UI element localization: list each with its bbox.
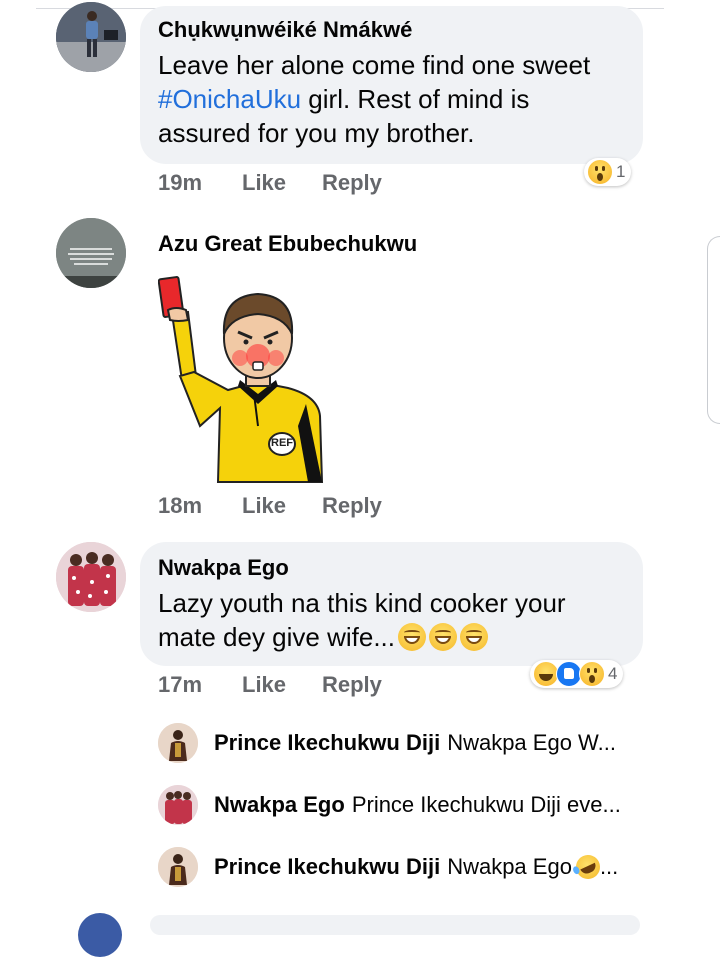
avatar — [158, 785, 198, 825]
comment-actions: 19m Like Reply — [158, 170, 382, 196]
timestamp: 19m — [158, 170, 203, 195]
reply-text: Prince Ikechukwu Diji eve... — [351, 792, 621, 817]
avatar[interactable] — [56, 218, 126, 288]
reaction-summary[interactable]: 4 — [530, 660, 624, 688]
side-panel-edge — [707, 236, 720, 424]
comment-author[interactable]: Nwakpa Ego — [158, 555, 289, 581]
timestamp: 18m — [158, 493, 203, 518]
reaction-count: 1 — [616, 162, 626, 181]
reply-author[interactable]: Nwakpa Ego — [214, 792, 345, 818]
comment-text: Leave her alone come find one sweet #Oni… — [158, 48, 628, 150]
comment-actions: 17m Like Reply — [158, 672, 382, 698]
comment-author[interactable]: Chụkwụnwéiké Nmákwé — [158, 17, 412, 43]
wow-reaction-icon — [587, 159, 613, 185]
hashtag-link[interactable]: #OnichaUku — [158, 84, 301, 114]
wow-reaction-icon — [579, 661, 605, 687]
reply-author[interactable]: Prince Ikechukwu Diji — [214, 854, 440, 880]
reply-preview[interactable]: Prince Ikechukwu Diji Nwakpa Ego ... — [158, 844, 618, 890]
reply-preview[interactable]: Nwakpa Ego Prince Ikechukwu Diji eve... — [158, 782, 621, 828]
reply-text: Nwakpa Ego W... — [447, 730, 616, 755]
avatar[interactable] — [78, 913, 122, 957]
like-button[interactable]: Like — [242, 170, 322, 196]
avatar — [158, 847, 198, 887]
reaction-count: 4 — [608, 664, 618, 683]
reply-button[interactable]: Reply — [322, 672, 382, 698]
comment-text-part: Lazy youth na this kind cooker your mate… — [158, 588, 566, 652]
avatar — [158, 723, 198, 763]
reply-text: Nwakpa Ego — [447, 854, 572, 879]
reply-button[interactable]: Reply — [322, 170, 382, 196]
timestamp: 17m — [158, 672, 203, 697]
reply-button[interactable]: Reply — [322, 493, 382, 519]
grinning-face-icon — [429, 623, 457, 651]
like-button[interactable]: Like — [242, 672, 322, 698]
comment-author[interactable]: Azu Great Ebubechukwu — [158, 231, 417, 257]
comment-actions: 18m Like Reply — [158, 493, 382, 519]
ref-badge-text: REF — [271, 437, 293, 449]
comment-text-part: Leave her alone come find one sweet — [158, 50, 591, 80]
grinning-face-icon — [398, 623, 426, 651]
reaction-summary[interactable]: 1 — [584, 158, 632, 186]
avatar[interactable] — [56, 542, 126, 612]
like-button[interactable]: Like — [242, 493, 322, 519]
comment-bubble — [150, 915, 640, 935]
reply-ellipsis: ... — [599, 854, 619, 879]
grinning-face-icon — [460, 623, 488, 651]
reply-preview[interactable]: Prince Ikechukwu Diji Nwakpa Ego W... — [158, 720, 616, 766]
comment-text: Lazy youth na this kind cooker your mate… — [158, 586, 628, 654]
avatar[interactable] — [56, 2, 126, 72]
reply-author[interactable]: Prince Ikechukwu Diji — [214, 730, 440, 756]
referee-red-card-sticker[interactable]: REF — [157, 276, 328, 486]
